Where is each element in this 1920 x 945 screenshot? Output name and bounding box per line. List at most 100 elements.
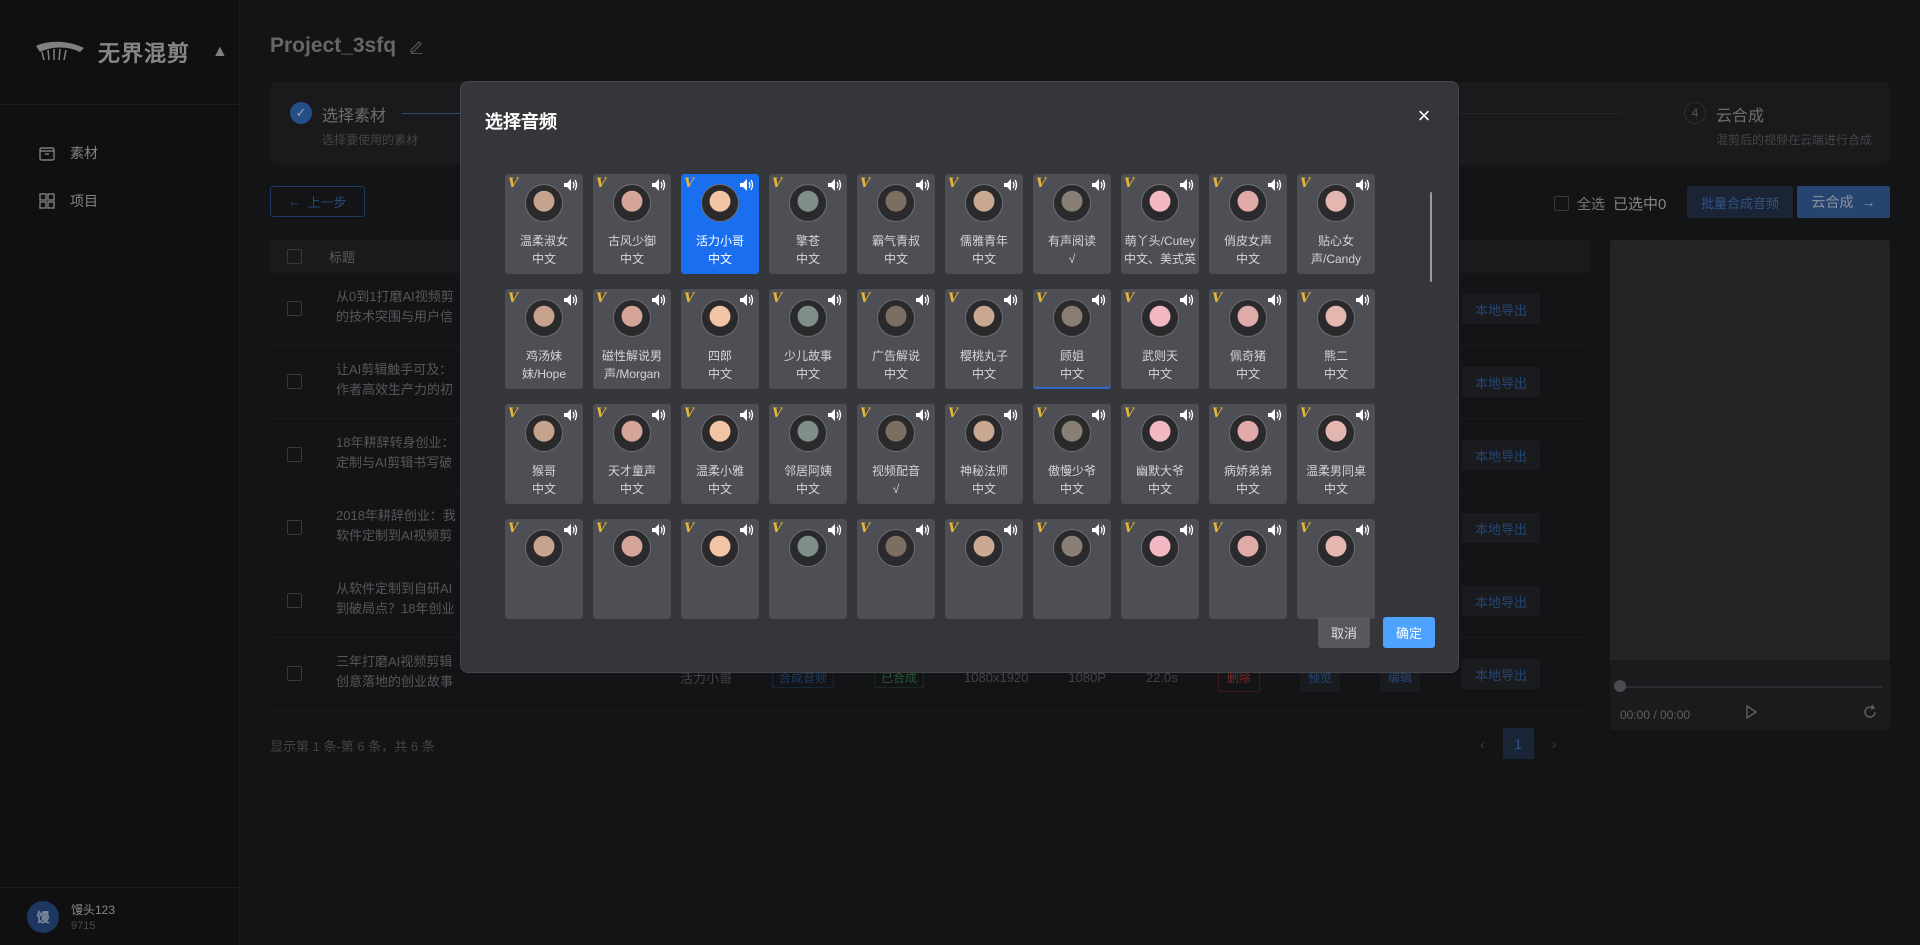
voice-card[interactable]: V 少儿故事 中文 (769, 289, 847, 389)
voice-language: 中文 (883, 367, 908, 381)
voice-card[interactable]: V 神秘法师 中文 (945, 404, 1023, 504)
speaker-icon[interactable] (827, 293, 843, 307)
speaker-icon[interactable] (1091, 293, 1107, 307)
voice-card[interactable]: V 熊二 中文 (1297, 289, 1375, 389)
voice-card[interactable]: V 温柔男同桌 中文 (1297, 404, 1375, 504)
speaker-icon[interactable] (1003, 408, 1019, 422)
voice-card[interactable]: V 儒雅青年 中文 (945, 174, 1023, 274)
voice-card[interactable]: V 病娇弟弟 中文 (1209, 404, 1287, 504)
voice-card[interactable]: V 邻居阿姨 中文 (769, 404, 847, 504)
speaker-icon[interactable] (1355, 293, 1371, 307)
speaker-icon[interactable] (827, 178, 843, 192)
vip-badge: V (1212, 176, 1223, 191)
voice-card[interactable]: V (1297, 519, 1375, 619)
voice-card[interactable]: V 佩奇猪 中文 (1209, 289, 1287, 389)
speaker-icon[interactable] (1003, 293, 1019, 307)
voice-card[interactable]: V (1209, 519, 1287, 619)
speaker-icon[interactable] (827, 523, 843, 537)
voice-card[interactable]: V 樱桃丸子 中文 (945, 289, 1023, 389)
voice-grid-viewport[interactable]: V 温柔淑女 中文 V 古风少御 中文 V 活力小哥 中文 V 擎苍 中文 V 霸气青叔 中文 V 儒雅青年 中文… (505, 174, 1385, 655)
voice-card[interactable]: V 四郎 中文 (681, 289, 759, 389)
voice-avatar (965, 299, 1003, 337)
voice-card[interactable]: V 顾姐 中文 (1033, 289, 1111, 389)
speaker-icon[interactable] (1267, 523, 1283, 537)
speaker-icon[interactable] (1003, 178, 1019, 192)
speaker-icon[interactable] (739, 408, 755, 422)
voice-name: 儒雅青年 (959, 234, 1008, 248)
voice-card[interactable]: V 温柔小雅 中文 (681, 404, 759, 504)
speaker-icon[interactable] (915, 178, 931, 192)
voice-card[interactable]: V (681, 519, 759, 619)
speaker-icon[interactable] (1179, 293, 1195, 307)
confirm-button[interactable]: 确定 (1383, 617, 1435, 648)
voice-card[interactable]: V 古风少御 中文 (593, 174, 671, 274)
voice-avatar (613, 184, 651, 222)
voice-language: 中文 (1235, 367, 1260, 381)
vip-badge: V (684, 406, 695, 421)
voice-card[interactable]: V 视频配音 √ (857, 404, 935, 504)
speaker-icon[interactable] (563, 293, 579, 307)
voice-card[interactable]: V 天才童声 中文 (593, 404, 671, 504)
dialog-title: 选择音频 (485, 112, 557, 132)
voice-card[interactable]: V 俏皮女声 中文 (1209, 174, 1287, 274)
voice-card[interactable]: V 鸡汤妹 妹/Hope (505, 289, 583, 389)
speaker-icon[interactable] (739, 293, 755, 307)
voice-card[interactable]: V 萌丫头/Cutey 中文、美式英 (1121, 174, 1199, 274)
voice-card[interactable]: V 广告解说 中文 (857, 289, 935, 389)
speaker-icon[interactable] (1355, 178, 1371, 192)
speaker-icon[interactable] (1267, 408, 1283, 422)
voice-card[interactable]: V 活力小哥 中文 (681, 174, 759, 274)
speaker-icon[interactable] (1179, 178, 1195, 192)
speaker-icon[interactable] (1355, 523, 1371, 537)
speaker-icon[interactable] (915, 523, 931, 537)
voice-card[interactable]: V (1121, 519, 1199, 619)
speaker-icon[interactable] (651, 523, 667, 537)
voice-avatar (1229, 529, 1267, 567)
speaker-icon[interactable] (563, 408, 579, 422)
vip-badge: V (772, 291, 783, 306)
voice-card[interactable]: V 贴心女 声/Candy (1297, 174, 1375, 274)
speaker-icon[interactable] (739, 523, 755, 537)
voice-card[interactable]: V 磁性解说男 声/Morgan (593, 289, 671, 389)
close-icon[interactable]: × (1413, 105, 1435, 128)
voice-card[interactable]: V 武则天 中文 (1121, 289, 1199, 389)
voice-name: 鸡汤妹 (525, 349, 562, 363)
speaker-icon[interactable] (739, 178, 755, 192)
cancel-button[interactable]: 取消 (1318, 617, 1370, 648)
speaker-icon[interactable] (1179, 408, 1195, 422)
voice-name: 天才童声 (607, 464, 656, 478)
speaker-icon[interactable] (563, 178, 579, 192)
voice-card[interactable]: V 霸气青叔 中文 (857, 174, 935, 274)
voice-card[interactable]: V 傲慢少爷 中文 (1033, 404, 1111, 504)
voice-card[interactable]: V 温柔淑女 中文 (505, 174, 583, 274)
speaker-icon[interactable] (1355, 408, 1371, 422)
voice-name: 温柔小雅 (695, 464, 744, 478)
speaker-icon[interactable] (1091, 408, 1107, 422)
voice-card[interactable]: V 猴哥 中文 (505, 404, 583, 504)
voice-card[interactable]: V (1033, 519, 1111, 619)
speaker-icon[interactable] (651, 293, 667, 307)
speaker-icon[interactable] (1091, 523, 1107, 537)
speaker-icon[interactable] (1179, 523, 1195, 537)
voice-card[interactable]: V 擎苍 中文 (769, 174, 847, 274)
vip-badge: V (1212, 291, 1223, 306)
voice-card[interactable]: V (857, 519, 935, 619)
voice-card[interactable]: V (593, 519, 671, 619)
speaker-icon[interactable] (563, 523, 579, 537)
speaker-icon[interactable] (651, 408, 667, 422)
speaker-icon[interactable] (1267, 293, 1283, 307)
voice-card[interactable]: V (505, 519, 583, 619)
speaker-icon[interactable] (651, 178, 667, 192)
voice-card[interactable]: V 幽默大爷 中文 (1121, 404, 1199, 504)
speaker-icon[interactable] (915, 408, 931, 422)
vip-badge: V (1212, 521, 1223, 536)
voice-card[interactable]: V 有声阅读 √ (1033, 174, 1111, 274)
speaker-icon[interactable] (1267, 178, 1283, 192)
speaker-icon[interactable] (915, 293, 931, 307)
scrollbar[interactable] (1430, 192, 1432, 282)
voice-card[interactable]: V (769, 519, 847, 619)
voice-card[interactable]: V (945, 519, 1023, 619)
speaker-icon[interactable] (827, 408, 843, 422)
speaker-icon[interactable] (1003, 523, 1019, 537)
speaker-icon[interactable] (1091, 178, 1107, 192)
